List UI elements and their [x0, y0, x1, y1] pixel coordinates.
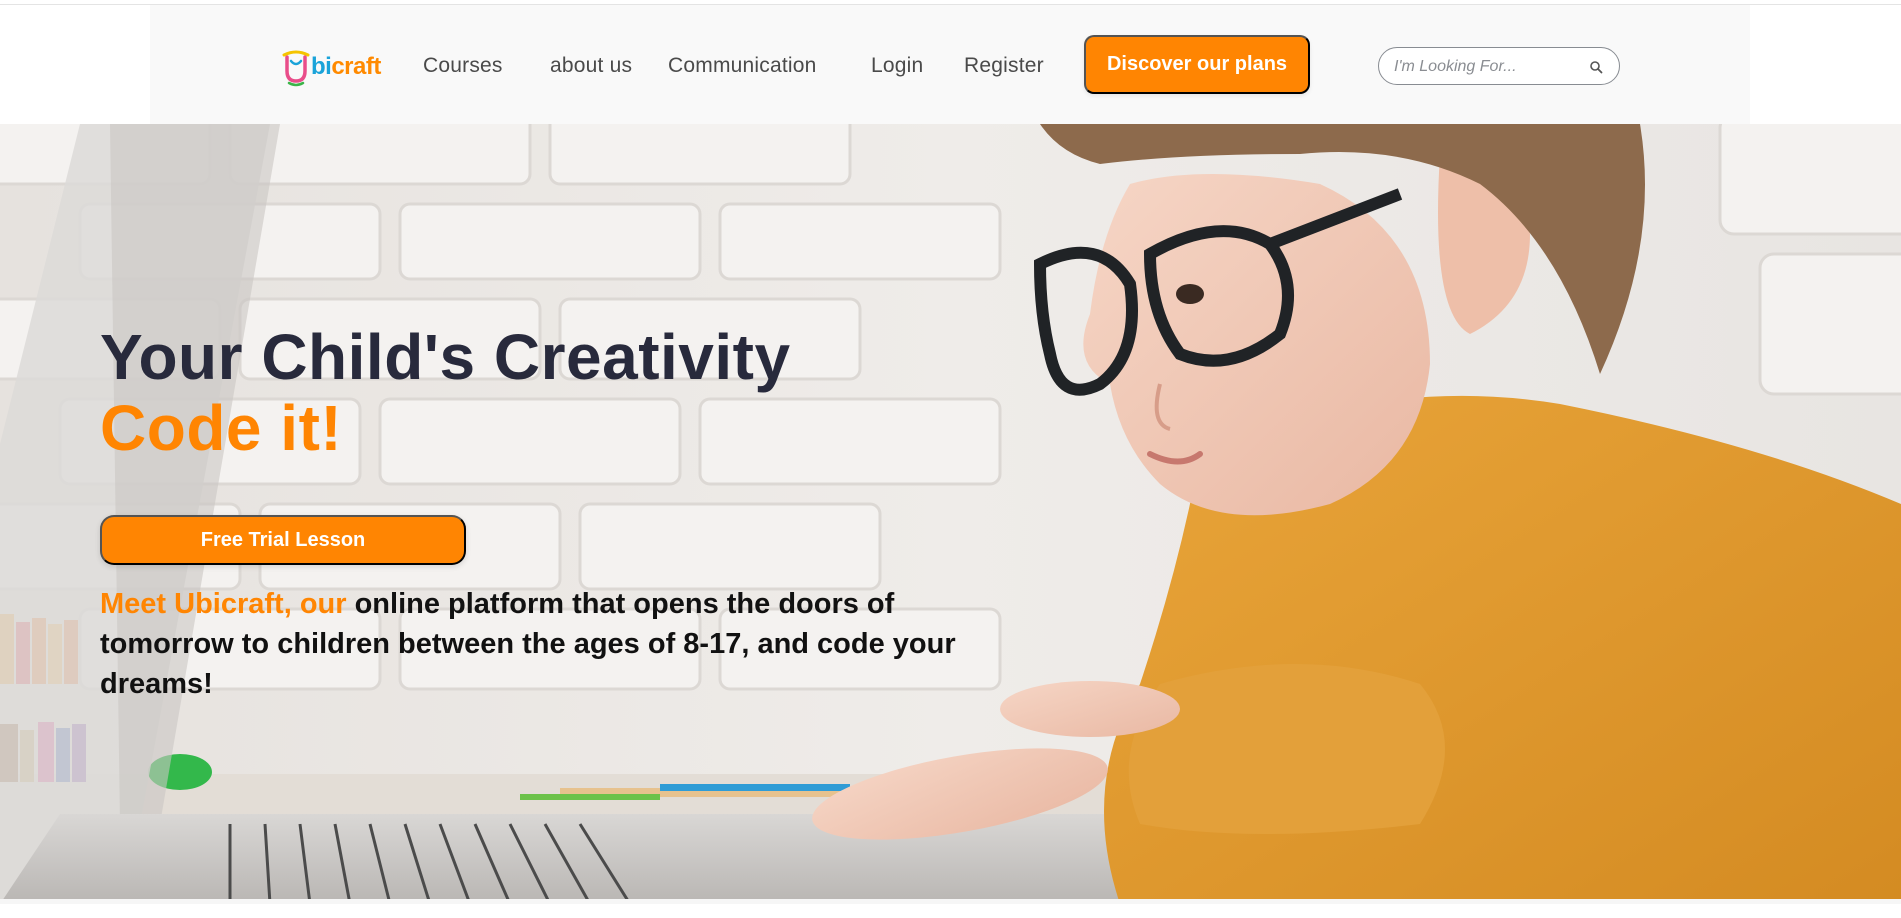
- nav-about-us[interactable]: about us: [550, 54, 632, 78]
- nav-communication[interactable]: Communication: [668, 54, 817, 78]
- hero-description-highlight: Meet Ubicraft, our: [100, 588, 347, 620]
- nav-courses[interactable]: Courses: [423, 54, 503, 78]
- search-icon[interactable]: [1589, 60, 1603, 74]
- ubicraft-logo[interactable]: bicraft: [281, 43, 381, 91]
- hero-background-photo: [0, 124, 1901, 904]
- nav-register[interactable]: Register: [964, 54, 1044, 78]
- search-box[interactable]: [1378, 47, 1620, 85]
- logo-mark-icon: [282, 50, 310, 87]
- hero-description: Meet Ubicraft, our online platform that …: [100, 584, 960, 704]
- discover-plans-button[interactable]: Discover our plans: [1084, 35, 1310, 94]
- free-trial-button[interactable]: Free Trial Lesson: [100, 515, 466, 565]
- logo-wordmark: bicraft: [311, 53, 381, 80]
- hero-title: Your Child's Creativity: [100, 321, 791, 393]
- nav-login[interactable]: Login: [871, 54, 923, 78]
- search-input[interactable]: [1394, 56, 1584, 78]
- hero-subtitle: Code it!: [100, 392, 343, 464]
- hero-section: Your Child's Creativity Code it! Free Tr…: [0, 124, 1901, 904]
- site-header: bicraft Courses about us Communication L…: [150, 5, 1750, 124]
